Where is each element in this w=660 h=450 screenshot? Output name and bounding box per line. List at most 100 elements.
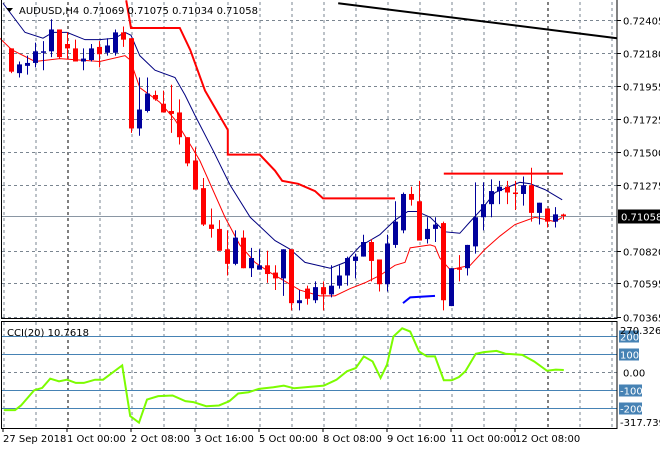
candle-body [417, 201, 422, 241]
candle-body [433, 224, 438, 229]
cci-max-label: 270.3262 [620, 326, 660, 337]
candle [241, 230, 246, 269]
candle [97, 41, 102, 68]
candle-body [481, 204, 486, 218]
time-tick-label: 3 Oct 16:00 [195, 434, 254, 445]
price-tick-label: 0.71500 [623, 149, 660, 160]
candle-body [33, 51, 38, 63]
candle-body [217, 228, 222, 251]
time-tick-label: 12 Oct 08:00 [515, 434, 580, 445]
candle-body [209, 224, 214, 229]
candle-body [249, 258, 254, 269]
candle-body [225, 249, 230, 264]
candle-body [105, 45, 110, 53]
price-tick-label: 0.70595 [623, 280, 660, 291]
candle-body [201, 188, 206, 225]
time-tick-label: 11 Oct 00:00 [451, 434, 516, 445]
candle-body [449, 268, 454, 307]
candle [145, 77, 150, 113]
candle [553, 207, 558, 228]
price-tick-label: 0.71955 [623, 83, 660, 94]
candle [537, 202, 542, 225]
candle [257, 249, 262, 270]
candle-body [49, 29, 54, 52]
candle [225, 230, 230, 276]
candle-body [329, 285, 334, 295]
price-tick-label: 0.71725 [623, 116, 660, 127]
candle [265, 250, 270, 283]
candle [353, 253, 358, 279]
candle-body [153, 94, 158, 100]
candle-body [313, 287, 318, 301]
candle-body [353, 256, 358, 261]
candle-body [145, 93, 150, 111]
candle [217, 220, 222, 251]
candle-body [113, 32, 118, 53]
candle-body [553, 214, 558, 222]
cci-min-label: -317.7397 [620, 418, 660, 429]
candle [209, 208, 214, 238]
candle-body [185, 137, 190, 164]
candle [73, 39, 78, 62]
candle-body [305, 288, 310, 299]
candle [337, 265, 342, 289]
candle-body [41, 51, 46, 53]
symbol-label: AUDUSD,H4 [19, 6, 79, 17]
main-panel-frame [1, 0, 618, 319]
candle [281, 249, 286, 296]
candle-body [489, 191, 494, 205]
candle-body [265, 265, 270, 275]
candle [57, 29, 62, 59]
candle-body [73, 48, 78, 62]
candle [305, 285, 310, 305]
candle [425, 217, 430, 244]
candle [113, 29, 118, 56]
candle-body [473, 217, 478, 247]
candle-body [9, 48, 14, 72]
candle-body [457, 268, 462, 270]
candle-body [273, 272, 278, 279]
candle-body [65, 44, 70, 49]
price-tick-label: 0.70820 [623, 248, 660, 259]
time-tick-label: 8 Oct 08:00 [323, 434, 382, 445]
candle [249, 247, 254, 277]
candle [409, 186, 414, 206]
candle-body [361, 242, 366, 257]
candle [505, 180, 510, 205]
candle [545, 208, 550, 228]
candle-body [393, 221, 398, 245]
candle-body [97, 46, 102, 55]
candles [9, 19, 566, 311]
dropdown-triangle-icon[interactable] [6, 8, 13, 12]
price-tick-label: 0.72405 [623, 17, 660, 28]
candle [193, 147, 198, 190]
candle-body [137, 109, 142, 129]
candle [17, 61, 22, 78]
time-tick-label: 2 Oct 08:00 [131, 434, 190, 445]
candle [41, 41, 46, 71]
candle [153, 90, 158, 101]
cci-panel [2, 327, 617, 425]
candle-body [505, 186, 510, 193]
time-tick-label: 9 Oct 16:00 [387, 434, 446, 445]
trading-chart[interactable]: 0.72405 0.72180 0.71955 0.71725 0.71500 0.712… [0, 0, 660, 450]
candle-body [497, 186, 502, 192]
candle-body [321, 287, 326, 295]
candle-body [129, 38, 134, 129]
candle-body [257, 265, 262, 270]
candle [233, 230, 238, 266]
candle-body [345, 258, 350, 276]
candle-body [193, 160, 198, 190]
candle-body [545, 208, 550, 222]
grid [2, 2, 617, 428]
candle-body [465, 244, 470, 269]
cci-level-label: 0.00 [623, 369, 645, 380]
cci-level-label: -200 [620, 405, 643, 416]
stepped-stop-line [125, 0, 395, 200]
indicator-lines [0, 0, 618, 304]
candle-body [425, 228, 430, 240]
cci-label: CCI(20) 10.7618 [7, 328, 89, 339]
time-tick-label: 27 Sep 2018 [3, 434, 66, 445]
candle-body [529, 185, 534, 213]
price-tick-label: 0.72180 [623, 50, 660, 61]
